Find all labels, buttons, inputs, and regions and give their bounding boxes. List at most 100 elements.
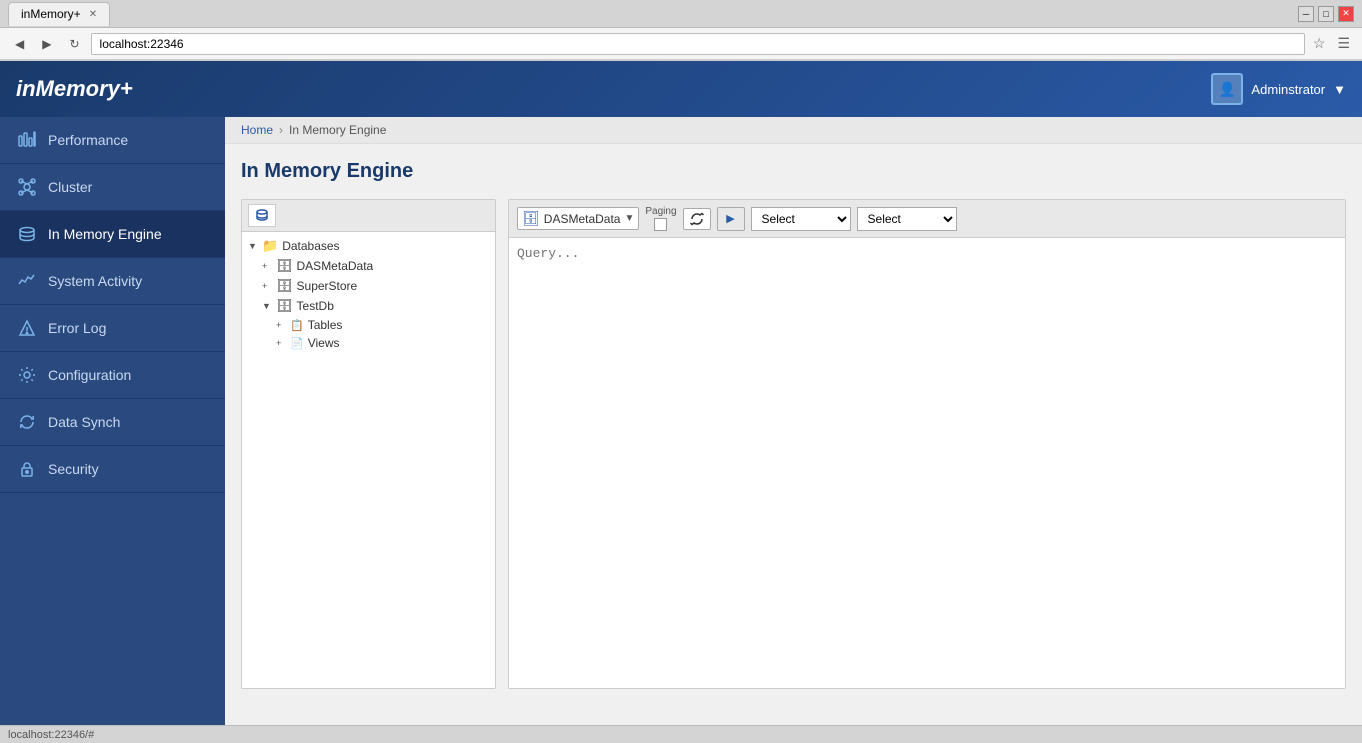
tree-label-views: Views bbox=[308, 336, 340, 350]
db-selector-name: DASMetaData bbox=[544, 212, 621, 226]
tree-panel: ▼ 📁 Databases + 🗄 DASMetaData + bbox=[241, 199, 496, 689]
run-button[interactable] bbox=[717, 207, 745, 231]
tree-children-databases: + 🗄 DASMetaData + 🗄 SuperStore ▼ bbox=[260, 256, 491, 352]
breadcrumb: Home › In Memory Engine bbox=[225, 117, 1362, 144]
tree-label-superstore: SuperStore bbox=[297, 279, 358, 293]
browser-chrome: inMemory+ ✕ ─ □ ✕ ◀ ▶ ↻ ☆ ☰ bbox=[0, 0, 1362, 61]
sidebar-item-cluster[interactable]: Cluster bbox=[0, 164, 225, 211]
sidebar-label-in-memory-engine: In Memory Engine bbox=[48, 226, 162, 242]
select-dropdown-1[interactable]: Select bbox=[751, 207, 851, 231]
tree-label-testdb: TestDb bbox=[297, 299, 334, 313]
sidebar-label-system-activity: System Activity bbox=[48, 273, 142, 289]
status-bar: localhost:22346/# bbox=[0, 725, 1362, 743]
paging-label: Paging bbox=[645, 206, 676, 217]
sidebar-label-performance: Performance bbox=[48, 132, 128, 148]
tree-toggle[interactable]: + bbox=[276, 320, 288, 330]
configuration-icon bbox=[16, 364, 38, 386]
tree-label-tables: Tables bbox=[308, 318, 343, 332]
db-selector[interactable]: 🗄 DASMetaData ▼ bbox=[517, 207, 639, 230]
page-title: In Memory Engine bbox=[241, 160, 1346, 183]
db-icon: 🗄 bbox=[276, 278, 293, 294]
sql-panel: 🗄 DASMetaData ▼ Paging bbox=[508, 199, 1346, 689]
maximize-button[interactable]: □ bbox=[1318, 6, 1334, 22]
sidebar-label-security: Security bbox=[48, 461, 99, 477]
views-icon: 📄 bbox=[290, 337, 304, 350]
reload-button[interactable]: ↻ bbox=[62, 34, 86, 54]
user-area: 👤 Adminstrator ▼ bbox=[1211, 73, 1346, 105]
tree-node-superstore[interactable]: + 🗄 SuperStore bbox=[260, 276, 491, 296]
performance-icon bbox=[16, 129, 38, 151]
databases-icon: 📁 bbox=[262, 238, 278, 254]
tree-content: ▼ 📁 Databases + 🗄 DASMetaData + bbox=[242, 232, 495, 356]
username: Adminstrator bbox=[1251, 82, 1325, 97]
data-synch-icon bbox=[16, 411, 38, 433]
forward-button[interactable]: ▶ bbox=[35, 34, 58, 54]
tree-toolbar bbox=[242, 200, 495, 232]
sidebar-item-data-synch[interactable]: Data Synch bbox=[0, 399, 225, 446]
tree-toggle[interactable]: ▼ bbox=[248, 241, 260, 251]
close-button[interactable]: ✕ bbox=[1338, 6, 1354, 22]
page-content: In Memory Engine bbox=[225, 144, 1362, 705]
cluster-icon bbox=[16, 176, 38, 198]
select-dropdown-2[interactable]: Select bbox=[857, 207, 957, 231]
back-button[interactable]: ◀ bbox=[8, 34, 31, 54]
paging-group: Paging bbox=[645, 206, 676, 231]
db-selector-icon: 🗄 bbox=[522, 210, 540, 227]
tree-toggle[interactable]: ▼ bbox=[262, 301, 274, 311]
tree-refresh-button[interactable] bbox=[248, 204, 276, 227]
sidebar-item-error-log[interactable]: Error Log bbox=[0, 305, 225, 352]
user-dropdown-arrow[interactable]: ▼ bbox=[1333, 82, 1346, 97]
status-url: localhost:22346/# bbox=[8, 729, 94, 741]
tree-label-dasmetadata: DASMetaData bbox=[297, 259, 374, 273]
content-area: Home › In Memory Engine In Memory Engine bbox=[225, 117, 1362, 725]
in-memory-engine-icon bbox=[16, 223, 38, 245]
app-logo: inMemory+ bbox=[16, 76, 133, 102]
tree-toggle[interactable]: + bbox=[262, 281, 274, 291]
paging-checkbox[interactable] bbox=[654, 218, 667, 231]
tree-toggle[interactable]: + bbox=[276, 338, 288, 348]
sidebar-item-system-activity[interactable]: System Activity bbox=[0, 258, 225, 305]
sidebar-label-configuration: Configuration bbox=[48, 367, 131, 383]
sidebar-item-security[interactable]: Security bbox=[0, 446, 225, 493]
tree-label-databases: Databases bbox=[282, 239, 339, 253]
address-bar[interactable] bbox=[91, 33, 1305, 55]
tab-close-button[interactable]: ✕ bbox=[89, 9, 97, 20]
menu-icon[interactable]: ☰ bbox=[1333, 35, 1354, 52]
system-activity-icon bbox=[16, 270, 38, 292]
window-controls: ─ □ ✕ bbox=[1298, 6, 1354, 22]
tables-icon: 📋 bbox=[290, 319, 304, 332]
sidebar-label-cluster: Cluster bbox=[48, 179, 92, 195]
refresh-button[interactable] bbox=[683, 208, 711, 230]
sidebar-item-performance[interactable]: Performance bbox=[0, 117, 225, 164]
tree-node-views[interactable]: + 📄 Views bbox=[274, 334, 491, 352]
security-icon bbox=[16, 458, 38, 480]
sidebar: Performance Cluster bbox=[0, 117, 225, 725]
tree-node-testdb[interactable]: ▼ 🗄 TestDb bbox=[260, 296, 491, 316]
tree-toggle[interactable]: + bbox=[262, 261, 274, 271]
error-log-icon bbox=[16, 317, 38, 339]
breadcrumb-current: In Memory Engine bbox=[289, 123, 386, 137]
sidebar-label-data-synch: Data Synch bbox=[48, 414, 120, 430]
tab-title: inMemory+ bbox=[21, 7, 81, 21]
avatar: 👤 bbox=[1211, 73, 1243, 105]
title-bar: inMemory+ ✕ ─ □ ✕ bbox=[0, 0, 1362, 28]
sidebar-item-configuration[interactable]: Configuration bbox=[0, 352, 225, 399]
breadcrumb-separator: › bbox=[279, 123, 283, 137]
tree-children-testdb: + 📋 Tables + 📄 Views bbox=[274, 316, 491, 352]
nav-bar: ◀ ▶ ↻ ☆ ☰ bbox=[0, 28, 1362, 60]
bookmark-icon[interactable]: ☆ bbox=[1309, 35, 1330, 52]
minimize-button[interactable]: ─ bbox=[1298, 6, 1314, 22]
db-icon: 🗄 bbox=[276, 258, 293, 274]
tree-node-tables[interactable]: + 📋 Tables bbox=[274, 316, 491, 334]
breadcrumb-home[interactable]: Home bbox=[241, 123, 273, 137]
main-layout: Performance Cluster bbox=[0, 117, 1362, 725]
sidebar-label-error-log: Error Log bbox=[48, 320, 106, 336]
sidebar-item-in-memory-engine[interactable]: In Memory Engine bbox=[0, 211, 225, 258]
tree-node-dasmetadata[interactable]: + 🗄 DASMetaData bbox=[260, 256, 491, 276]
query-panel: ▼ 📁 Databases + 🗄 DASMetaData + bbox=[241, 199, 1346, 689]
sql-editor[interactable] bbox=[509, 238, 1345, 688]
db-icon: 🗄 bbox=[276, 298, 293, 314]
browser-tab[interactable]: inMemory+ ✕ bbox=[8, 2, 110, 26]
tree-node-databases[interactable]: ▼ 📁 Databases bbox=[246, 236, 491, 256]
db-selector-arrow: ▼ bbox=[624, 213, 634, 224]
